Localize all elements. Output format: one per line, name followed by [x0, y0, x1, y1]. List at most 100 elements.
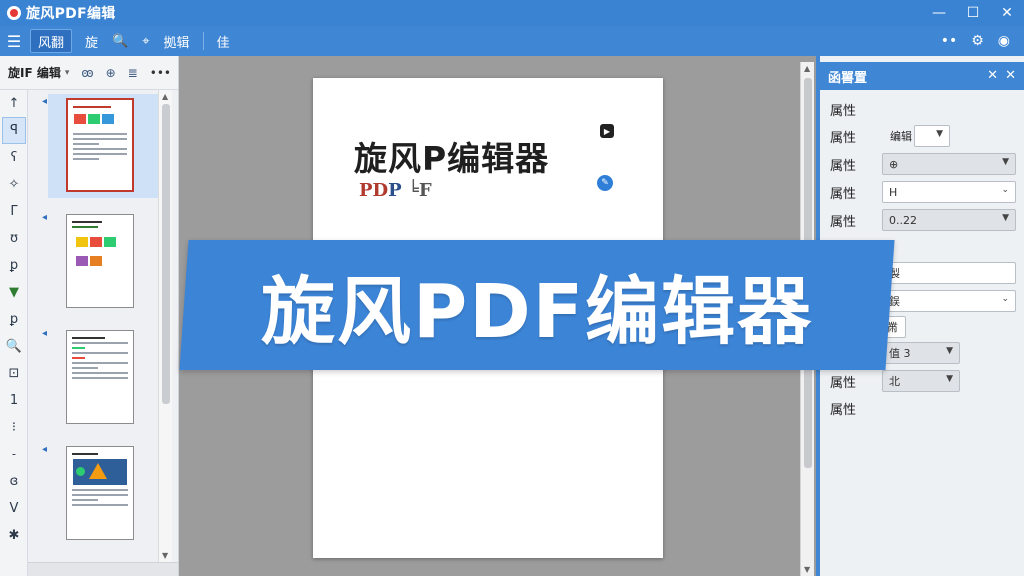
maximize-button[interactable]: ☐	[956, 0, 990, 26]
banner-text: 旋风PDF编辑器	[260, 268, 814, 355]
window-controls: — ☐ ✕	[922, 0, 1024, 26]
toolbar-divider	[202, 32, 204, 50]
zoom-in-icon[interactable]: ⊕	[106, 66, 116, 80]
properties-title: 函嘼置	[828, 70, 868, 86]
tool-icon-10[interactable]: ⊡	[0, 360, 28, 387]
prop-dropdown[interactable]: H ⌄	[882, 181, 1016, 203]
tool-icon-8[interactable]: ꝑ	[0, 306, 28, 333]
prop-row: 属性	[830, 402, 857, 418]
more-icon[interactable]: ••	[937, 29, 962, 53]
toolbar-item-2[interactable]: 拠辑	[157, 29, 197, 53]
tool-icon-5[interactable]: ʊ	[0, 225, 28, 252]
page-heading: 旋风P编辑器	[354, 139, 550, 178]
tool-icon-12[interactable]: ⁝	[0, 414, 28, 441]
close-button[interactable]: ✕	[990, 0, 1024, 26]
chevron-down-icon[interactable]: ▾	[65, 68, 70, 78]
prop-dropdown[interactable]: 0..22 ▼	[882, 209, 1016, 231]
thumbnail-image	[66, 98, 134, 192]
thumbnail-page[interactable]: ◂	[42, 210, 160, 314]
scroll-up-icon[interactable]: ▲	[162, 92, 168, 101]
tool-icon-0[interactable]: ↑	[0, 90, 28, 117]
menu-icon[interactable]: ☰	[0, 29, 28, 53]
search-icon[interactable]: 🔍	[105, 29, 135, 53]
page-marker-icon: ◂	[42, 212, 48, 223]
minimize-button[interactable]: —	[922, 0, 956, 26]
tool-icon-9[interactable]: 🔍	[0, 333, 28, 360]
thumbnail-scrollbar[interactable]: ▲ ▼	[158, 90, 172, 562]
toolbar-right: •• ⚙ ◉	[937, 29, 1014, 53]
scrollbar-thumb[interactable]	[162, 104, 170, 404]
main-toolbar: ☰ 风翻 旋 🔍 ⌖ 拠辑 佳 •• ⚙ ◉	[0, 26, 1024, 56]
prop-dropdown[interactable]: ⊕ ▼	[882, 153, 1016, 175]
toolbar-item-3[interactable]: 佳	[210, 29, 237, 53]
tool-icon-4[interactable]: Γ	[0, 198, 28, 225]
prop-dropdown[interactable]: 北 ▼	[882, 370, 960, 392]
subtitle-part-2: P	[388, 180, 402, 201]
page-marker-icon: ◂	[42, 328, 48, 339]
scroll-up-icon[interactable]: ▲	[804, 64, 810, 73]
tool-icon-14[interactable]: ɞ	[0, 468, 28, 495]
thumbnail-page[interactable]: ◂	[42, 326, 160, 430]
app-logo-icon	[7, 6, 21, 20]
tool-icon-2[interactable]: ʕ	[0, 144, 28, 171]
prop-dropdown[interactable]: 鋘 ⌄	[882, 290, 1016, 312]
tool-icon-1[interactable]: ꟼ	[2, 117, 26, 144]
chevron-down-icon: ▼	[936, 129, 943, 139]
tool-icon-16[interactable]: ✱	[0, 522, 28, 549]
tab-active[interactable]: 风翻	[30, 29, 73, 53]
thumbnail-page[interactable]: ◂	[42, 94, 160, 198]
page-marker-icon: ◂	[42, 444, 48, 455]
more-options-icon[interactable]: •••	[150, 66, 171, 80]
chevron-down-icon: ▼	[1002, 213, 1009, 223]
prop-dropdown[interactable]: 值 3 ▼	[882, 342, 960, 364]
thumbnail-page[interactable]: ◂	[42, 442, 160, 546]
tool-column: ↑ ꟼ ʕ ✧ Γ ʊ ꝑ ▼ ꝑ 🔍 ⊡ 1 ⁝ ˗ ɞ V ✱	[0, 90, 28, 576]
thumbnail-panel-title: 旋IF 编辑	[8, 66, 61, 80]
edit-icon[interactable]: ✎	[597, 175, 613, 191]
prop-row: 属性 0..22 ▼	[830, 209, 1020, 231]
close-icon[interactable]: ✕	[1005, 68, 1016, 83]
zoom-fit-icon[interactable]: ꙭ	[81, 66, 93, 80]
tool-icon-6[interactable]: ꝑ	[0, 252, 28, 279]
tool-icon[interactable]: ⌖	[135, 29, 156, 53]
app-title: 旋风PDF编辑	[26, 6, 116, 22]
subtitle-part-1: PD	[359, 180, 389, 201]
thumbnail-panel-header: 旋IF 编辑 ▾ ꙭ ⊕ ≣ •••	[0, 56, 178, 90]
props-section-label: 属性	[830, 103, 857, 119]
prop-row: 属性 H ⌄	[830, 181, 1020, 203]
chevron-down-icon: ⌄	[1001, 185, 1009, 195]
prop-input[interactable]: 製	[882, 262, 1016, 284]
tool-icon-11[interactable]: 1	[0, 387, 28, 414]
thumbnail-image	[66, 330, 134, 424]
thumbnail-footer	[28, 562, 178, 576]
page-subtitle: PDP ╘F	[359, 180, 432, 201]
properties-header: 函嘼置 ✕ ✕	[820, 62, 1024, 90]
prop-row: 属性 ⊕ ▼	[830, 153, 1020, 175]
prop-dropdown[interactable]: ▼	[914, 125, 950, 147]
thumbnail-image	[66, 446, 134, 540]
pin-icon[interactable]: ✕	[987, 68, 998, 83]
tool-icon-7[interactable]: ▼	[0, 279, 28, 306]
toolbar-item-1[interactable]: 旋	[78, 29, 105, 53]
chevron-down-icon: ⌄	[1001, 294, 1009, 304]
tool-icon-13[interactable]: ˗	[0, 441, 28, 468]
settings-icon[interactable]: ⚙	[967, 29, 988, 53]
tool-icon-3[interactable]: ✧	[0, 171, 28, 198]
user-icon[interactable]: ◉	[994, 29, 1014, 53]
prop-row: 属性 北 ▼	[830, 370, 1020, 392]
thumbnail-list: ◂ ◂ ◂ ◂	[28, 90, 178, 576]
list-icon[interactable]: ≣	[128, 66, 138, 80]
play-icon[interactable]: ▶	[600, 124, 614, 138]
scroll-down-icon[interactable]: ▼	[162, 551, 168, 560]
title-banner: 旋风PDF编辑器	[179, 240, 895, 370]
tool-icon-15[interactable]: V	[0, 495, 28, 522]
page-marker-icon: ◂	[42, 96, 48, 107]
subtitle-part-3: ╘F	[407, 180, 432, 201]
chevron-down-icon: ▼	[946, 346, 953, 356]
thumbnail-image	[66, 214, 134, 308]
scroll-down-icon[interactable]: ▼	[804, 565, 810, 574]
chevron-down-icon: ▼	[946, 374, 953, 384]
prop-row: 属性 编辑 ▼	[830, 125, 1020, 147]
chevron-down-icon: ▼	[1002, 157, 1009, 167]
title-bar: 旋风PDF编辑 — ☐ ✕	[0, 0, 1024, 26]
